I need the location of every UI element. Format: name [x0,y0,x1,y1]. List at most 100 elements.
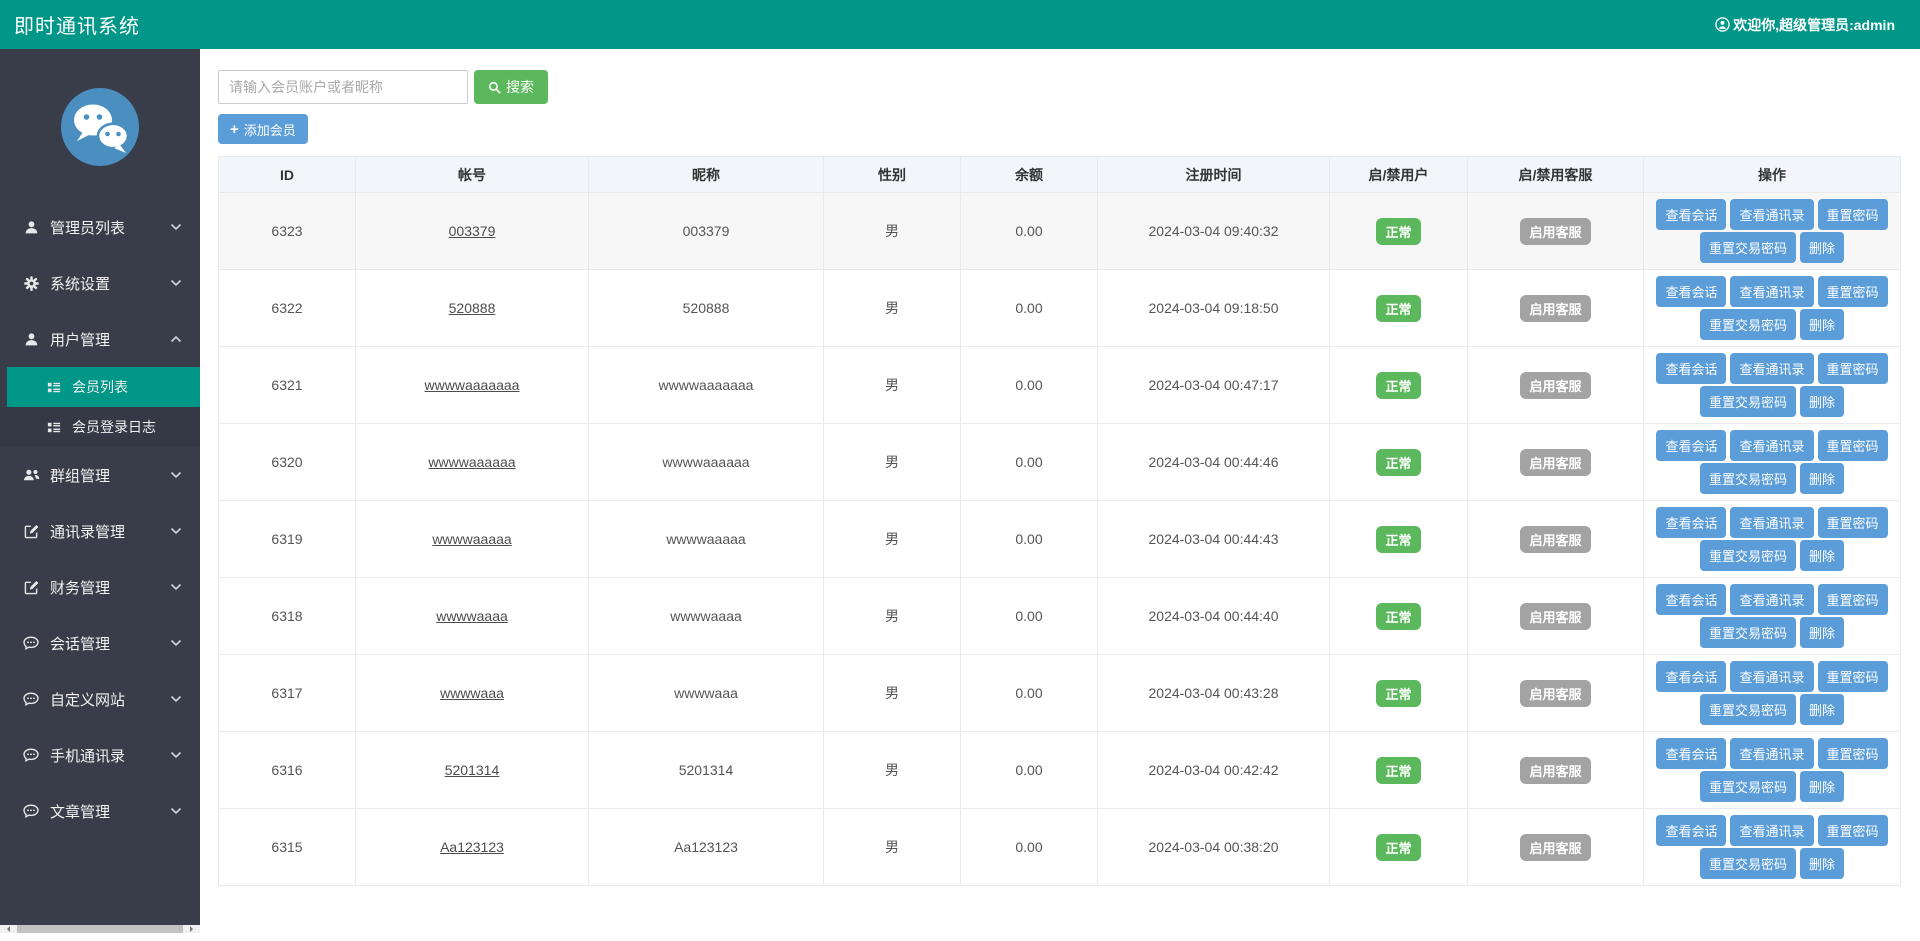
table-header-row: ID 帐号 昵称 性别 余额 注册时间 启/禁用户 启/禁用客服 操作 [218,156,1901,193]
view-session-button[interactable]: 查看会话 [1656,507,1727,538]
reset-trade-password-button[interactable]: 重置交易密码 [1699,694,1796,725]
cell-gender: 男 [823,500,961,578]
user-status-badge[interactable]: 正常 [1376,756,1421,784]
view-contacts-button[interactable]: 查看通讯录 [1730,584,1814,615]
sidebar-item-phone-contacts[interactable]: 手机通讯录 [0,727,200,783]
account-link[interactable]: wwwwaaa [440,685,504,701]
view-contacts-button[interactable]: 查看通讯录 [1730,815,1814,846]
list-icon [45,421,63,434]
service-status-badge[interactable]: 启用客服 [1520,602,1591,630]
user-status-badge[interactable]: 正常 [1376,448,1421,476]
scrollbar-thumb[interactable] [17,925,183,933]
scroll-right-arrow-icon[interactable] [190,926,196,932]
view-contacts-button[interactable]: 查看通讯录 [1730,738,1814,769]
sidebar-hscrollbar[interactable] [0,925,200,933]
reset-password-button[interactable]: 重置密码 [1817,661,1888,692]
view-contacts-button[interactable]: 查看通讯录 [1730,661,1814,692]
user-status-badge[interactable]: 正常 [1376,833,1421,861]
account-link[interactable]: wwwwaaaa [436,608,508,624]
reset-password-button[interactable]: 重置密码 [1817,353,1888,384]
delete-button[interactable]: 删除 [1800,309,1845,340]
view-session-button[interactable]: 查看会话 [1656,584,1727,615]
search-button[interactable]: 搜索 [474,70,548,104]
sidebar-subitem-member-list[interactable]: 会员列表 [0,367,200,407]
reset-trade-password-button[interactable]: 重置交易密码 [1699,771,1796,802]
service-status-badge[interactable]: 启用客服 [1520,448,1591,476]
sidebar-item-group-management[interactable]: 群组管理 [0,447,200,503]
delete-button[interactable]: 删除 [1800,463,1845,494]
account-link[interactable]: 5201314 [445,762,500,778]
sidebar-item-user-management[interactable]: 用户管理 [0,311,200,367]
delete-button[interactable]: 删除 [1800,232,1845,263]
reset-trade-password-button[interactable]: 重置交易密码 [1699,386,1796,417]
user-status-badge[interactable]: 正常 [1376,679,1421,707]
view-contacts-button[interactable]: 查看通讯录 [1730,276,1814,307]
sidebar-item-custom-website[interactable]: 自定义网站 [0,671,200,727]
reset-password-button[interactable]: 重置密码 [1817,738,1888,769]
add-member-button[interactable]: + 添加会员 [218,114,308,144]
account-link[interactable]: wwwwaaaaaa [428,454,515,470]
view-contacts-button[interactable]: 查看通讯录 [1730,507,1814,538]
view-contacts-button[interactable]: 查看通讯录 [1730,430,1814,461]
cell-actions: 查看会话 查看通讯录 重置密码 重置交易密码 删除 [1643,192,1901,270]
user-status-badge[interactable]: 正常 [1376,602,1421,630]
reset-trade-password-button[interactable]: 重置交易密码 [1699,617,1796,648]
sidebar-item-admin-list[interactable]: 管理员列表 [0,199,200,255]
user-status-badge[interactable]: 正常 [1376,525,1421,553]
user-status-badge[interactable]: 正常 [1376,217,1421,245]
service-status-badge[interactable]: 启用客服 [1520,525,1591,553]
service-status-badge[interactable]: 启用客服 [1520,294,1591,322]
reset-trade-password-button[interactable]: 重置交易密码 [1699,540,1796,571]
delete-button[interactable]: 删除 [1800,617,1845,648]
view-session-button[interactable]: 查看会话 [1656,276,1727,307]
reset-trade-password-button[interactable]: 重置交易密码 [1699,463,1796,494]
reset-password-button[interactable]: 重置密码 [1817,507,1888,538]
reset-password-button[interactable]: 重置密码 [1817,276,1888,307]
view-session-button[interactable]: 查看会话 [1656,430,1727,461]
members-table: ID 帐号 昵称 性别 余额 注册时间 启/禁用户 启/禁用客服 操作 6323 003379 00… [218,156,1901,886]
reset-password-button[interactable]: 重置密码 [1817,199,1888,230]
view-contacts-button[interactable]: 查看通讯录 [1730,199,1814,230]
sidebar-item-system-settings[interactable]: 系统设置 [0,255,200,311]
service-status-badge[interactable]: 启用客服 [1520,217,1591,245]
reset-password-button[interactable]: 重置密码 [1817,584,1888,615]
service-status-badge[interactable]: 启用客服 [1520,679,1591,707]
delete-button[interactable]: 删除 [1800,386,1845,417]
sidebar-item-session-management[interactable]: 会话管理 [0,615,200,671]
delete-button[interactable]: 删除 [1800,771,1845,802]
sidebar-item-contacts-management[interactable]: 通讯录管理 [0,503,200,559]
reset-trade-password-button[interactable]: 重置交易密码 [1699,309,1796,340]
account-link[interactable]: 003379 [449,223,496,239]
delete-button[interactable]: 删除 [1800,694,1845,725]
account-link[interactable]: Aa123123 [440,839,504,855]
sidebar-item-label: 系统设置 [50,275,111,293]
delete-button[interactable]: 删除 [1800,848,1845,879]
reset-trade-password-button[interactable]: 重置交易密码 [1699,848,1796,879]
service-status-badge[interactable]: 启用客服 [1520,833,1591,861]
sidebar-subitem-member-login-log[interactable]: 会员登录日志 [0,407,200,447]
sidebar-item-finance-management[interactable]: 财务管理 [0,559,200,615]
view-session-button[interactable]: 查看会话 [1656,738,1727,769]
user-status-badge[interactable]: 正常 [1376,294,1421,322]
service-status-badge[interactable]: 启用客服 [1520,756,1591,784]
account-link[interactable]: wwwwaaaaaaa [425,377,520,393]
view-session-button[interactable]: 查看会话 [1656,661,1727,692]
view-session-button[interactable]: 查看会话 [1656,199,1727,230]
search-input[interactable] [218,70,468,104]
account-link[interactable]: 520888 [449,300,496,316]
cell-user-status: 正常 [1329,346,1468,424]
reset-password-button[interactable]: 重置密码 [1817,815,1888,846]
view-contacts-button[interactable]: 查看通讯录 [1730,353,1814,384]
delete-button[interactable]: 删除 [1800,540,1845,571]
account-link[interactable]: wwwwaaaaa [432,531,511,547]
view-session-button[interactable]: 查看会话 [1656,353,1727,384]
reset-password-button[interactable]: 重置密码 [1817,430,1888,461]
service-status-badge[interactable]: 启用客服 [1520,371,1591,399]
user-status-badge[interactable]: 正常 [1376,371,1421,399]
reset-trade-password-button[interactable]: 重置交易密码 [1699,232,1796,263]
scroll-left-arrow-icon[interactable] [4,926,10,932]
cell-registered: 2024-03-04 00:44:46 [1097,423,1330,501]
sidebar-item-article-management[interactable]: 文章管理 [0,783,200,839]
cell-nickname: wwwwaaaaaa [588,423,824,501]
view-session-button[interactable]: 查看会话 [1656,815,1727,846]
